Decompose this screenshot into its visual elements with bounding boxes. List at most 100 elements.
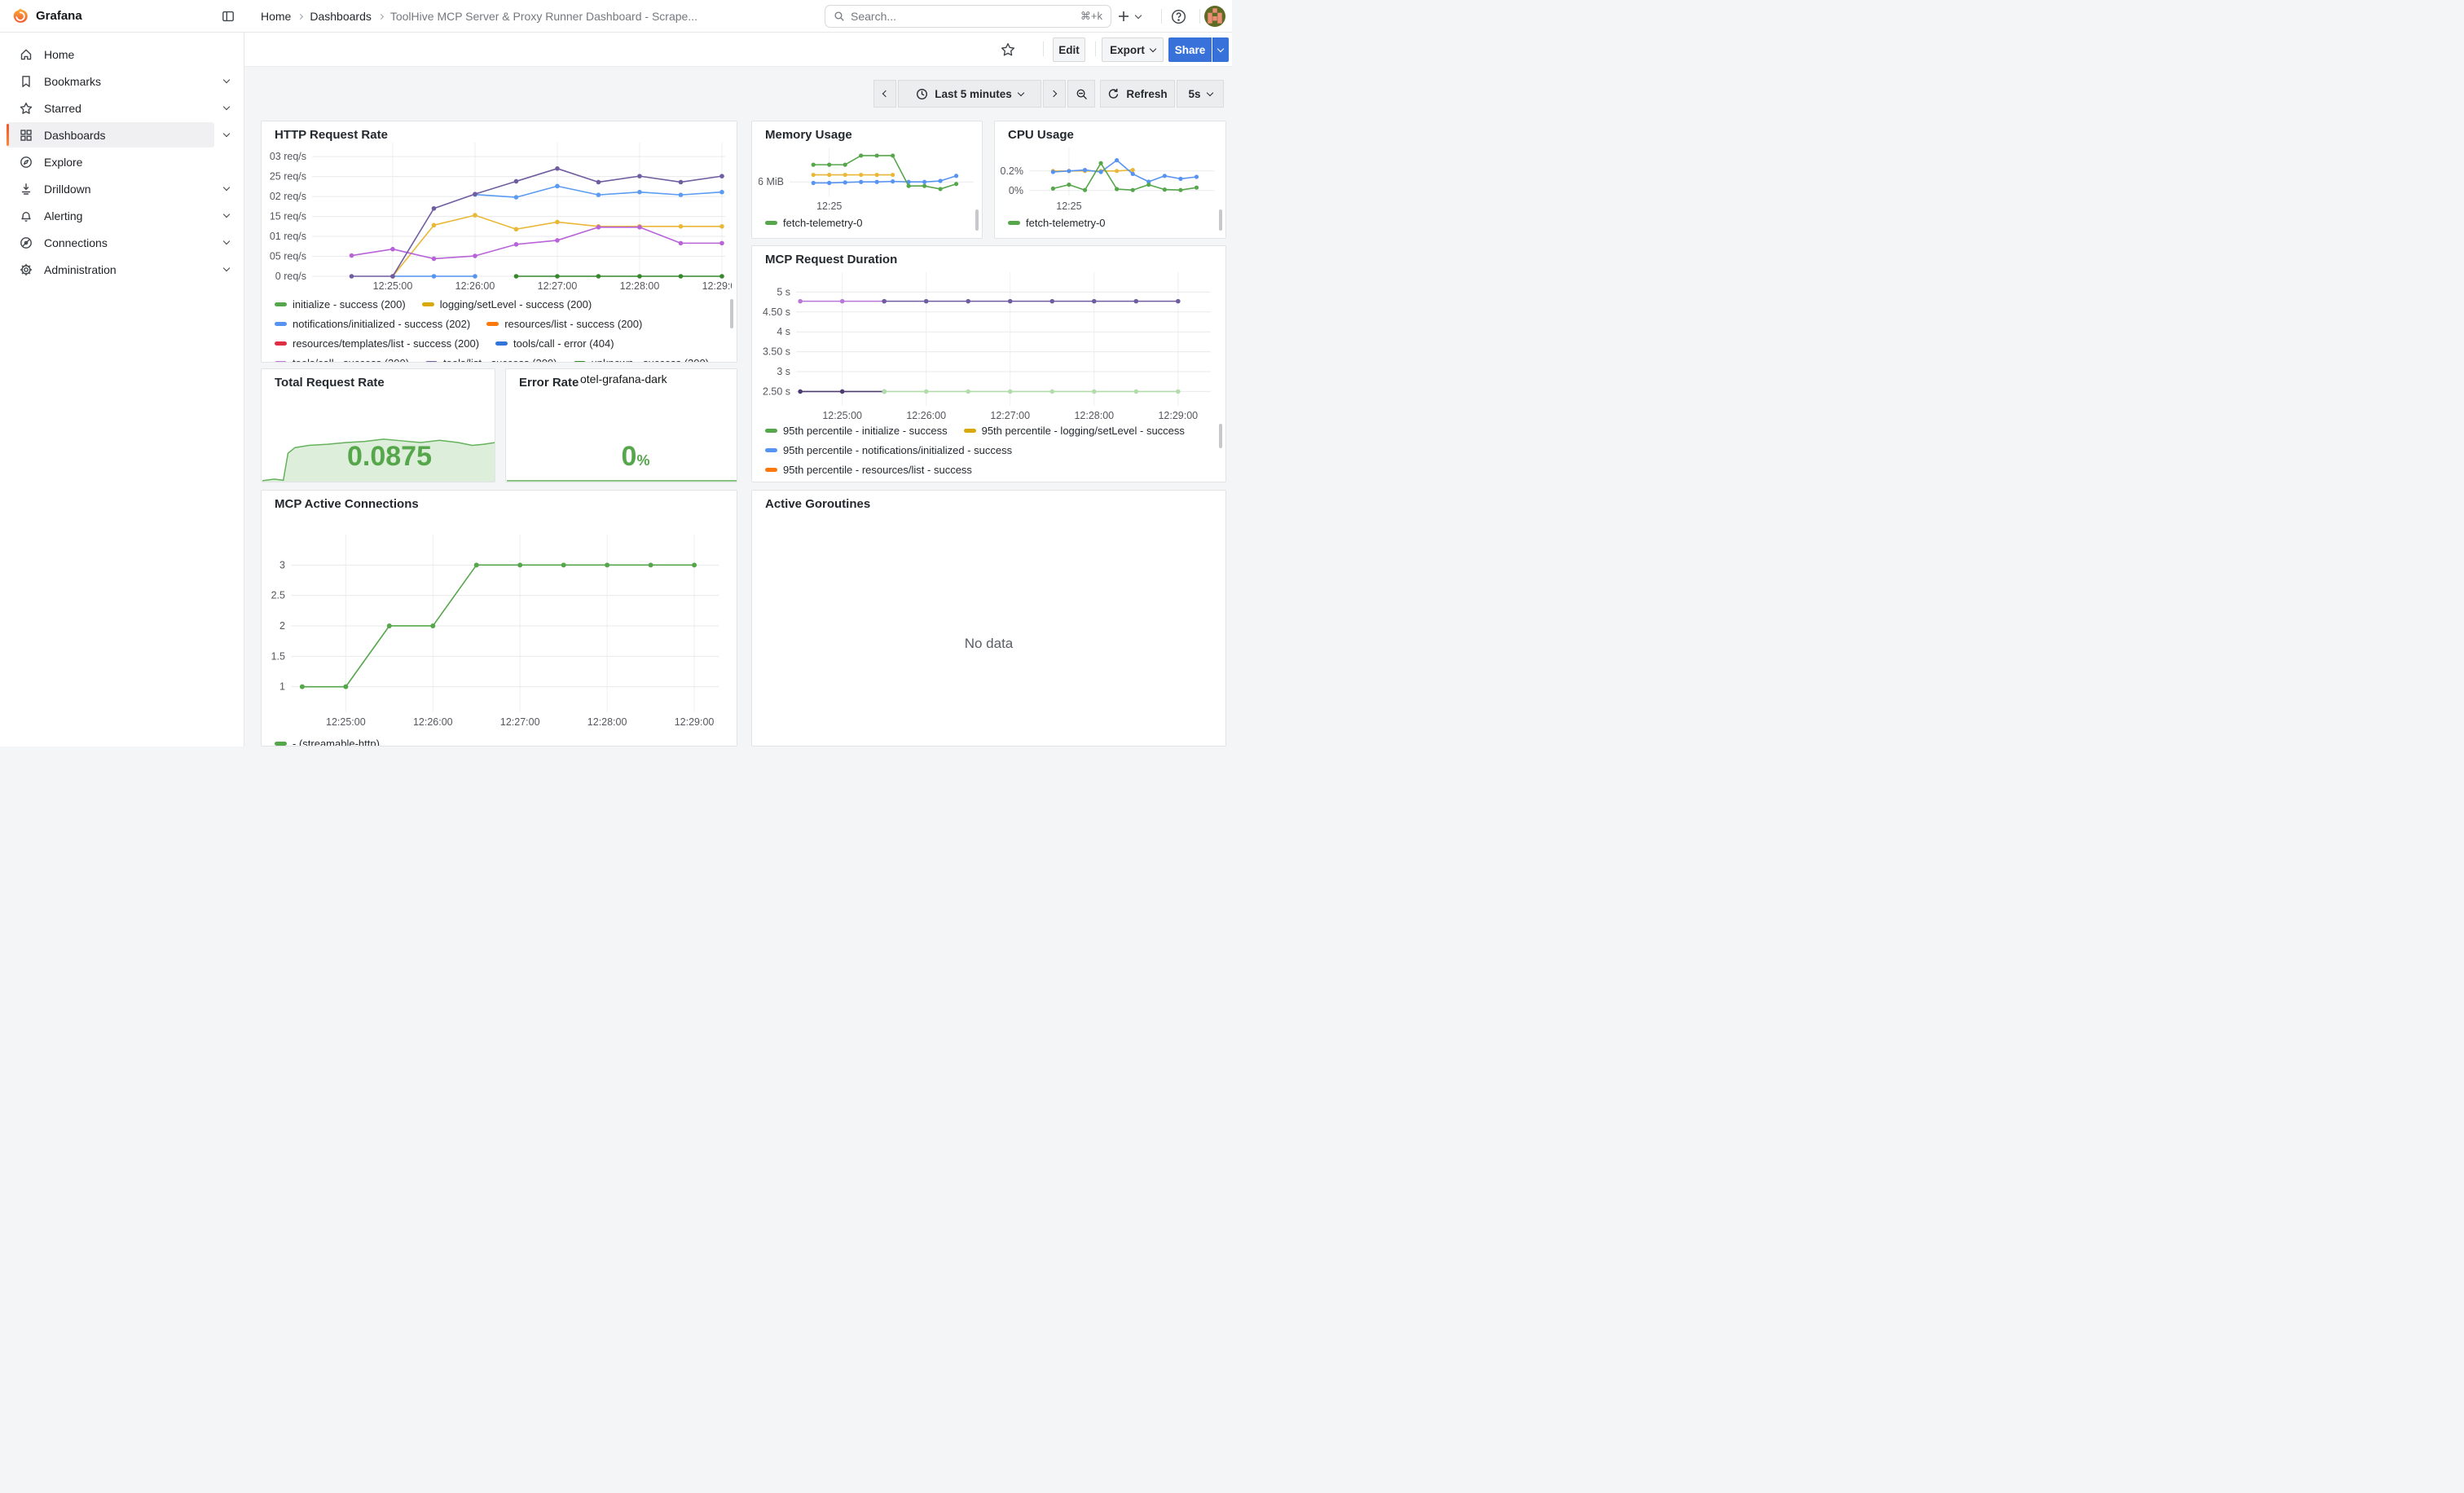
panel-http-request-rate: HTTP Request Rate 12:25:0012:26:0012:27:…: [261, 121, 737, 363]
panel-title[interactable]: Error Rate: [519, 376, 579, 390]
sidebar-item-bookmarks[interactable]: Bookmarks: [0, 68, 244, 95]
breadcrumb-home[interactable]: Home: [261, 10, 291, 23]
export-button[interactable]: Export: [1102, 37, 1164, 62]
refresh-button[interactable]: Refresh: [1100, 80, 1175, 108]
svg-text:1.5: 1.5: [271, 650, 285, 662]
legend-item[interactable]: resources/list - success (200): [486, 318, 642, 330]
svg-text:12:26:00: 12:26:00: [906, 410, 946, 421]
panel-title[interactable]: Memory Usage: [765, 128, 852, 142]
panel-cpu-usage: CPU Usage 12:250%0.2% fetch-telemetry-0: [994, 121, 1226, 239]
top-nav: Grafana Home Dashboards ToolHive MCP Ser…: [0, 0, 1232, 33]
divider: [1043, 42, 1044, 56]
svg-text:5 s: 5 s: [777, 286, 790, 297]
legend-swatch: [275, 742, 287, 746]
panel-total-request-rate: Total Request Rate 0.0875: [261, 368, 495, 482]
sidebar-item-dashboards[interactable]: Dashboards: [0, 121, 244, 148]
legend-item[interactable]: resources/templates/list - success (200): [275, 337, 479, 350]
zoom-out-button[interactable]: [1067, 80, 1095, 108]
chevron-down-icon: [1206, 89, 1212, 95]
sidebar-item-home[interactable]: Home: [0, 41, 244, 68]
no-data-message: No data: [752, 636, 1225, 652]
legend-item[interactable]: notifications/initialized - success (202…: [275, 318, 470, 330]
refresh-interval-picker[interactable]: 5s: [1177, 80, 1224, 108]
sidebar-item-alerting[interactable]: Alerting: [0, 202, 244, 229]
sidebar-item-administration[interactable]: Administration: [0, 256, 244, 283]
share-button[interactable]: Share: [1168, 37, 1212, 62]
svg-text:16 MiB: 16 MiB: [759, 176, 784, 187]
legend-item[interactable]: - (streamable-http): [275, 738, 380, 747]
legend-item[interactable]: logging/setLevel - success (200): [422, 298, 592, 310]
svg-text:4 s: 4 s: [777, 326, 790, 337]
legend-item[interactable]: tools/list - success (200): [425, 357, 557, 363]
help-icon[interactable]: [1171, 0, 1186, 33]
svg-text:12:27:00: 12:27:00: [500, 716, 540, 728]
panel-title[interactable]: MCP Active Connections: [275, 497, 419, 511]
sidebar-item-drilldown[interactable]: Drilldown: [0, 175, 244, 202]
panel-title[interactable]: Active Goroutines: [765, 497, 870, 511]
legend-swatch: [275, 361, 287, 363]
legend-scrollbar[interactable]: [975, 209, 979, 231]
panel-title[interactable]: CPU Usage: [1008, 128, 1074, 142]
dock-sidebar-icon[interactable]: [222, 10, 235, 23]
legend-item[interactable]: 95th percentile - initialize - success: [765, 425, 948, 437]
cpu-legend: fetch-telemetry-0: [1008, 213, 1212, 236]
legend-item[interactable]: unknown - success (200): [574, 357, 710, 363]
svg-text:12:28:00: 12:28:00: [620, 280, 660, 292]
avatar[interactable]: [1204, 0, 1225, 33]
chevron-down-icon: [223, 103, 230, 110]
svg-text:0 req/s: 0 req/s: [275, 271, 306, 282]
legend-scrollbar[interactable]: [1219, 209, 1222, 231]
time-range-picker[interactable]: Last 5 minutes: [898, 80, 1041, 108]
time-range-forward-button[interactable]: [1043, 80, 1066, 108]
sidebar-item-explore[interactable]: Explore: [0, 148, 244, 175]
chevron-right-icon: [1050, 90, 1057, 97]
chevron-down-icon: [1135, 11, 1142, 18]
chevron-down-icon: [223, 265, 230, 271]
memory-legend: fetch-telemetry-0: [765, 213, 969, 236]
breadcrumb-separator-icon: [378, 14, 384, 20]
breadcrumb-current-page: ToolHive MCP Server & Proxy Runner Dashb…: [390, 10, 697, 23]
time-range-back-button[interactable]: [873, 80, 896, 108]
svg-text:12:25: 12:25: [1056, 200, 1081, 211]
breadcrumb-dashboards[interactable]: Dashboards: [310, 10, 372, 23]
svg-text:0.01 req/s: 0.01 req/s: [270, 231, 306, 242]
legend-item[interactable]: tools/call - error (404): [495, 337, 614, 350]
panel-title[interactable]: HTTP Request Rate: [275, 128, 388, 142]
sidebar-item-connections[interactable]: Connections: [0, 229, 244, 256]
dashboard-actions-row: Edit Export Share: [244, 33, 1232, 67]
total-request-rate-value: 0.0875: [262, 441, 495, 473]
duration-legend: 95th percentile - initialize - success 95…: [765, 421, 1214, 482]
panel-active-goroutines: Active Goroutines No data: [751, 490, 1226, 746]
legend-swatch: [765, 221, 777, 225]
panel-title[interactable]: Total Request Rate: [275, 376, 385, 390]
panel-memory-usage: Memory Usage 12:2516 MiB fetch-telemetry…: [751, 121, 983, 239]
legend-item[interactable]: fetch-telemetry-0: [1008, 217, 1106, 229]
legend-item[interactable]: 95th percentile - logging/setLevel - suc…: [964, 425, 1185, 437]
share-options-button[interactable]: [1212, 37, 1229, 62]
compass-icon: [20, 156, 33, 169]
legend-item[interactable]: 95th percentile - notifications/initiali…: [765, 444, 1012, 456]
legend-swatch: [486, 322, 499, 326]
svg-text:2.50 s: 2.50 s: [763, 385, 790, 397]
svg-text:12:29:00: 12:29:00: [702, 280, 732, 292]
legend-swatch: [495, 341, 508, 346]
legend-swatch: [765, 448, 777, 452]
sidebar-item-starred[interactable]: Starred: [0, 95, 244, 121]
legend-scrollbar[interactable]: [1219, 424, 1222, 448]
legend-item[interactable]: tools/call - success (200): [275, 357, 409, 363]
svg-text:12:26:00: 12:26:00: [455, 280, 495, 292]
panel-title[interactable]: MCP Request Duration: [765, 253, 897, 266]
svg-text:12:26:00: 12:26:00: [413, 716, 453, 728]
svg-text:4.50 s: 4.50 s: [763, 306, 790, 318]
bookmark-icon: [20, 75, 33, 88]
edit-button[interactable]: Edit: [1053, 37, 1085, 62]
legend-item[interactable]: fetch-telemetry-0: [765, 217, 863, 229]
grafana-logo-icon[interactable]: [11, 7, 29, 25]
search-input-container: ⌘+k: [825, 5, 1111, 28]
legend-item[interactable]: initialize - success (200): [275, 298, 406, 310]
legend-scrollbar[interactable]: [730, 299, 733, 328]
legend-item[interactable]: 95th percentile - resources/list - succe…: [765, 464, 972, 476]
add-button[interactable]: [1117, 0, 1141, 33]
search-input[interactable]: [851, 10, 1075, 23]
star-dashboard-icon[interactable]: [1001, 42, 1015, 61]
